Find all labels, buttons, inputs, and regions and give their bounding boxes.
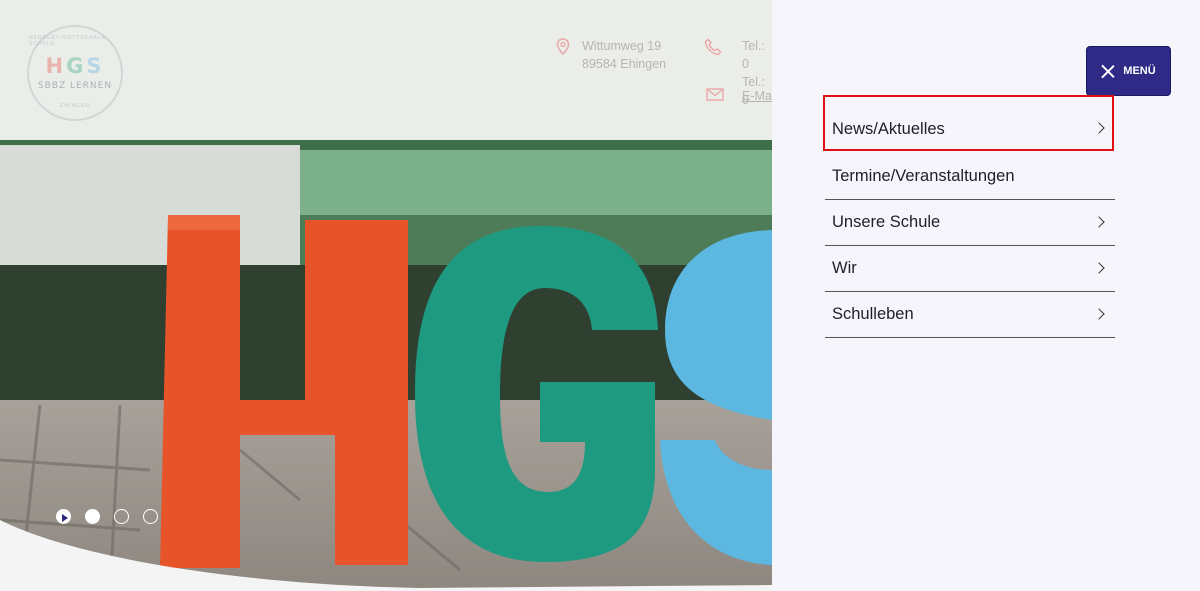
chevron-right-icon bbox=[1093, 215, 1105, 228]
mail-icon bbox=[706, 88, 724, 106]
chevron-right-icon bbox=[1093, 261, 1105, 274]
contact-address: Wittumweg 19 89584 Ehingen bbox=[556, 37, 666, 73]
location-pin-icon bbox=[556, 38, 570, 60]
logo-subtitle: SBBZ LERNEN bbox=[37, 80, 113, 91]
contact-email[interactable]: E-Ma bbox=[706, 87, 772, 105]
slider-dot-3[interactable] bbox=[143, 509, 158, 524]
logo-ring-text: HERBERT-GOTTSCHALK-SCHULE bbox=[29, 35, 109, 47]
main-navigation: News/Aktuelles Termine/Veranstaltungen U… bbox=[825, 104, 1115, 338]
menu-item-wir[interactable]: Wir bbox=[825, 246, 1115, 292]
menu-close-button[interactable]: MENÜ bbox=[1086, 46, 1171, 96]
chevron-right-icon bbox=[1093, 307, 1105, 320]
menu-item-label: Unsere Schule bbox=[832, 213, 941, 231]
menu-button-label: MENÜ bbox=[1123, 65, 1156, 77]
menu-item-termine[interactable]: Termine/Veranstaltungen bbox=[825, 154, 1115, 200]
logo-wordmark: HGS bbox=[45, 53, 105, 78]
hero-slider: HERBERT-GOTTSCHALK-SCHULE HGS SBBZ LERNE… bbox=[0, 0, 772, 591]
menu-item-label: Termine/Veranstaltungen bbox=[832, 167, 1015, 185]
menu-item-label: Schulleben bbox=[832, 305, 914, 323]
menu-item-label: News/Aktuelles bbox=[832, 119, 945, 138]
menu-item-schulleben[interactable]: Schulleben bbox=[825, 292, 1115, 338]
slider-controls bbox=[56, 509, 158, 524]
menu-item-label: Wir bbox=[832, 259, 857, 277]
chevron-right-icon bbox=[1093, 122, 1105, 134]
logo-ring-text-bottom: EHINGEN bbox=[60, 103, 90, 109]
school-logo[interactable]: HERBERT-GOTTSCHALK-SCHULE HGS SBBZ LERNE… bbox=[27, 25, 123, 121]
menu-item-news[interactable]: News/Aktuelles bbox=[825, 104, 1115, 154]
slider-play-button[interactable] bbox=[56, 509, 71, 524]
menu-item-unsere-schule[interactable]: Unsere Schule bbox=[825, 200, 1115, 246]
slider-dot-1[interactable] bbox=[85, 509, 100, 524]
phone-icon bbox=[704, 38, 722, 61]
close-icon bbox=[1101, 65, 1114, 78]
slider-dot-2[interactable] bbox=[114, 509, 129, 524]
